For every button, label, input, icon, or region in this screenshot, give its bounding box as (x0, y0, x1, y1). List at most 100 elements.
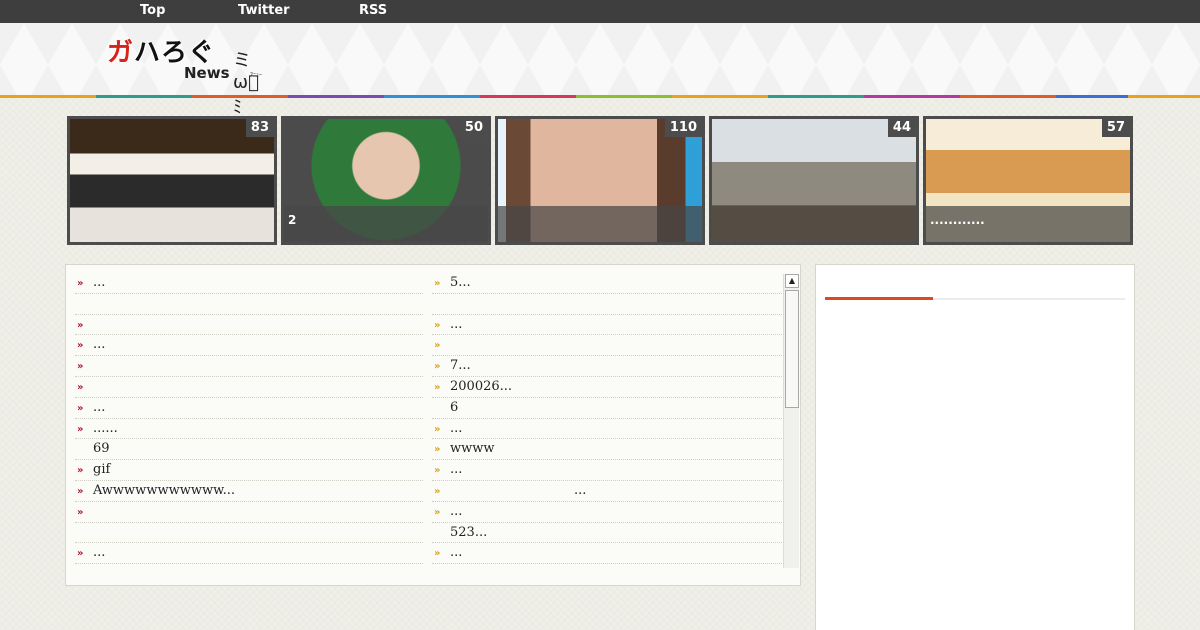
article-title[interactable]: Awwwwwwwwwww... (93, 483, 235, 498)
article-title[interactable]: gif (93, 462, 110, 477)
double-chevron-right-icon: » (77, 340, 84, 352)
article-list-item[interactable]: »... (432, 543, 784, 565)
comment-count-badge: 44 (887, 119, 916, 137)
double-chevron-right-icon: » (77, 278, 84, 289)
article-list-item[interactable]: »... (75, 273, 423, 294)
double-chevron-right-icon: » (434, 465, 441, 477)
article-title[interactable]: ... (93, 275, 105, 290)
article-list-item[interactable]: »... (432, 502, 784, 523)
double-chevron-right-icon: » (77, 319, 84, 331)
article-list-item[interactable]: »... (432, 315, 784, 336)
article-list-item[interactable]: »... (75, 335, 423, 357)
article-title[interactable]: 200026... (450, 379, 512, 394)
article-list-item[interactable]: 523... (432, 523, 784, 544)
comment-count-badge: 50 (459, 119, 488, 137)
article-list-item[interactable]: »... (75, 543, 423, 565)
article-title[interactable]: ...... (93, 421, 118, 436)
double-chevron-right-icon: » (77, 381, 84, 393)
double-chevron-right-icon: » (434, 361, 441, 373)
sidebar-heading-accent-rule (825, 297, 933, 300)
article-list-item[interactable]: » wwww (432, 439, 784, 461)
nav-link-top[interactable]: Top (140, 3, 165, 18)
article-list-item[interactable]: 6 (432, 398, 784, 419)
article-list-item[interactable] (75, 294, 423, 315)
double-chevron-right-icon: » (434, 444, 441, 456)
featured-thumbnail[interactable]: 110 (495, 116, 705, 245)
article-list-item[interactable] (432, 294, 784, 315)
article-list-item[interactable]: » 200026... (432, 377, 784, 398)
featured-thumbnail[interactable]: 50 2 (281, 116, 491, 245)
article-title[interactable]: ... (450, 504, 462, 519)
article-list-item[interactable]: »... (75, 398, 423, 419)
cat-mascot-caption: ｱﾆｭｰ (250, 72, 263, 79)
article-title[interactable]: ... (450, 421, 462, 436)
double-chevron-right-icon: » (434, 381, 441, 393)
logo-text-red: ガ (107, 38, 135, 68)
article-list-right-column: » 5...»...»» 7...» 200026... 6»...» wwww»...»… (432, 273, 784, 565)
article-list-item[interactable]: »... (432, 460, 784, 481)
double-chevron-right-icon: » (77, 423, 84, 435)
article-list-item[interactable]: » Awwwwwwwwwww... (75, 481, 423, 502)
article-list-item[interactable]: » 5... (432, 273, 784, 294)
article-list-item[interactable]: » (432, 335, 784, 357)
thumbnail-caption: ............ (926, 206, 1130, 242)
article-title[interactable]: ... (93, 337, 105, 352)
double-chevron-right-icon: » (77, 402, 84, 414)
thumbnail-caption (712, 206, 916, 242)
nav-link-rss[interactable]: RSS (359, 3, 387, 18)
article-title[interactable]: ... (450, 317, 462, 332)
article-list-item[interactable]: » gif (75, 460, 423, 481)
article-list-item[interactable]: » (75, 315, 423, 336)
sidebar-heading-rule (933, 298, 1125, 300)
double-chevron-right-icon: » (434, 506, 441, 518)
cat-mascot-icon: ミω゚ﾐ (233, 50, 259, 118)
double-chevron-right-icon: » (77, 361, 84, 373)
comment-count-badge: 57 (1101, 119, 1130, 137)
article-title[interactable]: ... (450, 483, 586, 498)
top-nav-bar: Top Twitter RSS (0, 0, 1200, 23)
featured-thumbnail[interactable]: 83 (67, 116, 277, 245)
article-title[interactable]: ... (93, 545, 105, 560)
article-list-item[interactable]: » ... (432, 481, 784, 502)
featured-thumbnail[interactable]: 57 ............ (923, 116, 1133, 245)
comment-count-badge: 83 (245, 119, 274, 137)
article-list-item[interactable]: »...... (75, 419, 423, 440)
double-chevron-right-icon: » (434, 485, 441, 497)
article-title[interactable]: wwww (450, 441, 495, 456)
article-title[interactable]: ... (450, 545, 462, 560)
thumbnail-caption (498, 206, 702, 242)
article-title[interactable]: ... (450, 462, 462, 477)
article-list-item[interactable]: » 7... (432, 356, 784, 377)
article-list-item[interactable] (75, 523, 423, 544)
article-title[interactable]: 523... (450, 525, 487, 540)
article-list-item[interactable]: »... (432, 419, 784, 440)
double-chevron-right-icon: » (434, 423, 441, 435)
article-list-item[interactable]: » (75, 356, 423, 377)
article-title[interactable]: 7... (450, 358, 471, 373)
double-chevron-right-icon: » (77, 485, 84, 497)
nav-link-twitter[interactable]: Twitter (238, 3, 290, 18)
site-logo[interactable]: ガハろぐ News ミω゚ﾐ ｱﾆｭｰ (107, 32, 267, 118)
article-title[interactable]: ... (93, 400, 105, 415)
article-list-item[interactable]: 69 (75, 439, 423, 461)
article-list-scrollbar[interactable]: ▲ (783, 274, 799, 568)
double-chevron-right-icon: » (434, 340, 441, 352)
double-chevron-right-icon: » (77, 465, 84, 477)
double-chevron-right-icon: » (434, 548, 441, 560)
thumbnail-caption: 2 (284, 206, 488, 242)
double-chevron-right-icon: » (434, 319, 441, 331)
featured-thumbnail[interactable]: 44 (709, 116, 919, 245)
scroll-up-arrow-icon[interactable]: ▲ (785, 274, 799, 288)
scrollbar-thumb[interactable] (785, 290, 799, 408)
article-list-panel: »...»»...»»»...»...... 69» gif» Awwwwwwwwww… (65, 264, 801, 586)
comment-count-badge: 110 (664, 119, 702, 137)
logo-news-label: News (184, 64, 230, 82)
article-list-left-column: »...»»...»»»...»...... 69» gif» Awwwwwwwwww… (75, 273, 423, 565)
header-rainbow-divider (0, 95, 1200, 98)
article-list-item[interactable]: » (75, 502, 423, 523)
article-list-item[interactable]: » (75, 377, 423, 398)
article-title[interactable]: 6 (450, 400, 458, 415)
sidebar (815, 264, 1135, 630)
article-title[interactable]: 69 (93, 441, 110, 456)
article-title[interactable]: 5... (450, 275, 471, 290)
